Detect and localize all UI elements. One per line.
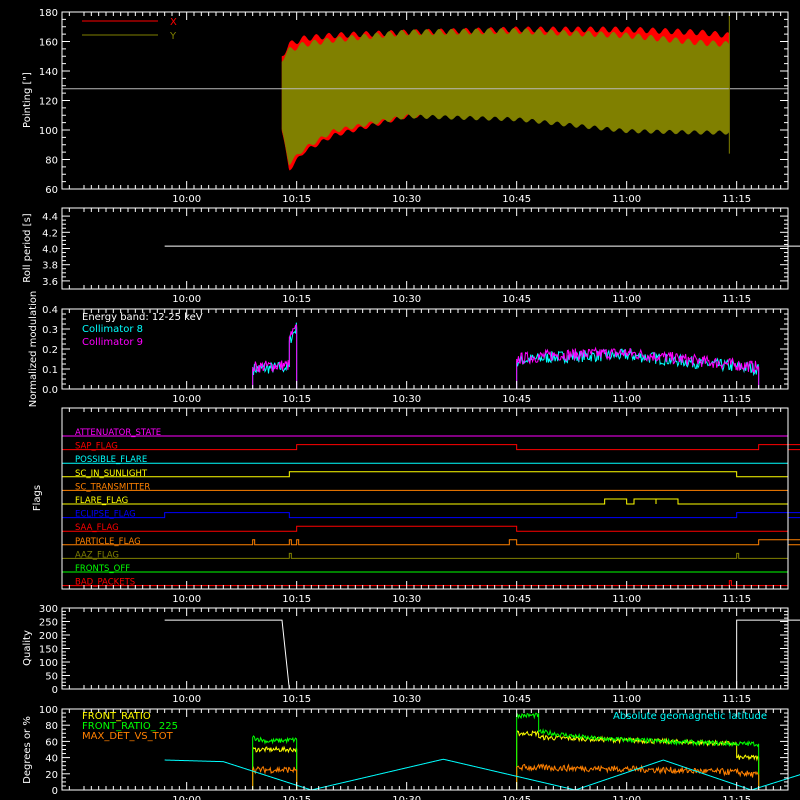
x-tick-label: 10:15 [282, 594, 311, 605]
y-tick-label: 80 [45, 156, 58, 167]
y-tick-label: 100 [39, 658, 58, 669]
y-tick-label: 0.1 [42, 365, 58, 376]
pointing-ylabel: Pointing ["] [22, 72, 33, 128]
y-tick-label: 140 [39, 67, 58, 78]
legend-y: Y [169, 31, 177, 42]
y-tick-label: 4.4 [42, 212, 58, 223]
y-tick-label: 120 [39, 97, 58, 108]
y-tick-label: 4.2 [42, 228, 58, 239]
x-tick-label: 11:15 [722, 795, 751, 800]
legend-max-det-vs-tot: MAX_DET_VS_TOT [82, 731, 174, 742]
x-tick-label: 11:00 [612, 194, 641, 205]
x-tick-label: 11:15 [722, 394, 751, 405]
x-tick-label: 11:00 [612, 294, 641, 305]
x-tick-label: 11:00 [612, 594, 641, 605]
ratios-ylabel: Degrees or % [22, 716, 33, 784]
y-tick-label: 3.6 [42, 277, 58, 288]
y-tick-label: 0.0 [42, 385, 58, 396]
legend-collimator-8: Collimator 8 [82, 324, 143, 335]
y-tick-label: 4.0 [42, 245, 58, 256]
roll-ylabel: Roll period [s] [22, 213, 33, 282]
y-tick-label: 0 [52, 786, 58, 797]
y-tick-label: 60 [45, 737, 58, 748]
x-tick-label: 10:45 [502, 294, 531, 305]
y-tick-label: 150 [39, 645, 58, 656]
legend-geomagnetic-latitude: Absolute geomagnetic latitude [613, 711, 767, 722]
modulation-annotation: Energy band: 12-25 keV [82, 312, 203, 323]
y-tick-label: 3.8 [42, 261, 58, 272]
y-tick-label: 0.2 [42, 345, 58, 356]
y-tick-label: 100 [39, 126, 58, 137]
x-tick-label: 11:15 [722, 294, 751, 305]
x-tick-label: 11:15 [722, 694, 751, 705]
x-tick-label: 10:00 [172, 294, 201, 305]
x-tick-label: 10:45 [502, 694, 531, 705]
y-tick-label: 100 [39, 705, 58, 716]
y-tick-label: 40 [45, 754, 58, 765]
x-tick-label: 10:00 [172, 694, 201, 705]
x-tick-label: 10:30 [392, 394, 421, 405]
y-tick-label: 60 [45, 185, 58, 196]
x-tick-label: 10:00 [172, 594, 201, 605]
x-tick-label: 10:30 [392, 795, 421, 800]
quality-ylabel: Quality [22, 630, 33, 666]
x-tick-label: 10:15 [282, 294, 311, 305]
x-tick-label: 10:45 [502, 594, 531, 605]
y-tick-label: 300 [39, 604, 58, 615]
legend-collimator-9: Collimator 9 [82, 337, 143, 348]
x-tick-label: 10:30 [392, 194, 421, 205]
legend-x: X [170, 17, 177, 28]
y-tick-label: 200 [39, 631, 58, 642]
x-tick-label: 10:30 [392, 294, 421, 305]
x-tick-label: 10:45 [502, 795, 531, 800]
x-tick-label: 10:30 [392, 594, 421, 605]
y-tick-label: 160 [39, 38, 58, 49]
x-tick-label: 11:15 [722, 594, 751, 605]
x-tick-label: 11:00 [612, 694, 641, 705]
y-tick-label: 0.3 [42, 325, 58, 336]
x-tick-label: 10:15 [282, 795, 311, 800]
modulation-ylabel: Normalized modulation [28, 291, 39, 408]
flags-ylabel: Flags [32, 485, 43, 511]
y-tick-label: 20 [45, 770, 58, 781]
x-tick-label: 10:15 [282, 394, 311, 405]
x-tick-label: 10:15 [282, 194, 311, 205]
x-tick-label: 11:15 [722, 194, 751, 205]
y-tick-label: 50 [45, 672, 58, 683]
y-tick-label: 0 [52, 685, 58, 696]
x-tick-label: 10:15 [282, 694, 311, 705]
x-tick-label: 11:00 [612, 394, 641, 405]
x-tick-label: 10:00 [172, 194, 201, 205]
x-tick-label: 10:45 [502, 394, 531, 405]
x-tick-label: 10:45 [502, 194, 531, 205]
rhessi-quicklook-figure: 60 80 100 120 140 160 180 10:00 10:15 10:30 10:45… [0, 0, 800, 800]
x-tick-label: 10:00 [172, 394, 201, 405]
x-tick-label: 10:30 [392, 694, 421, 705]
y-tick-label: 250 [39, 618, 58, 629]
x-tick-label: 10:00 [172, 795, 201, 800]
y-tick-label: 0.4 [42, 305, 58, 316]
y-tick-label: 180 [39, 8, 58, 19]
y-tick-label: 80 [45, 721, 58, 732]
x-tick-label: 11:00 [612, 795, 641, 800]
